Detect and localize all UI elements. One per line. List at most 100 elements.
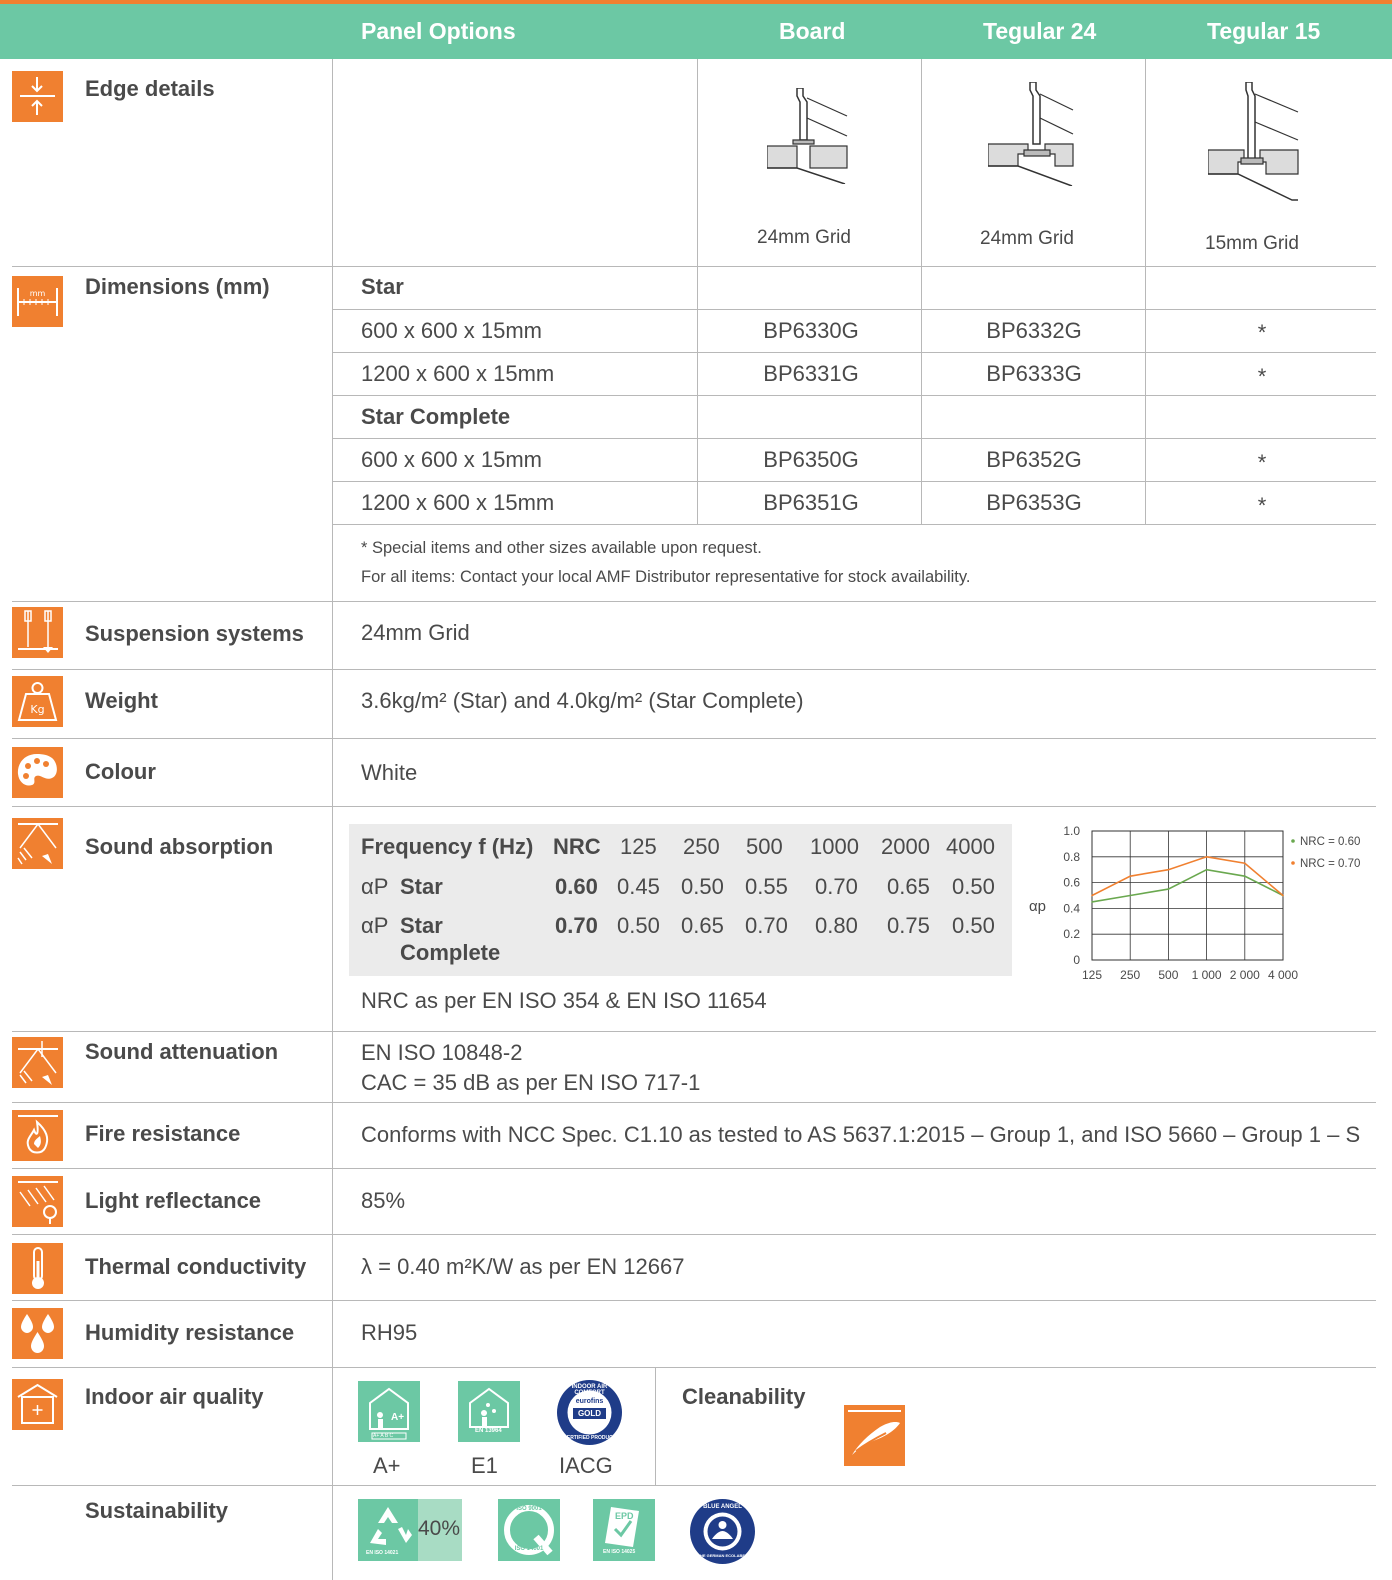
y-tick-label: 1.0: [1063, 824, 1080, 838]
y-tick-label: 0.6: [1063, 876, 1080, 890]
dimensions-label: Dimensions (mm): [85, 274, 270, 299]
freq-125-header: 125: [620, 834, 657, 859]
blue-angel-badge: BLUE ANGEL THE GERMAN ECOLABEL: [690, 1499, 755, 1564]
divider: [333, 524, 1376, 525]
freq-1000-header: 1000: [810, 834, 859, 859]
svg-text:mm: mm: [30, 289, 46, 298]
tegular15-edge-diagram: [1208, 82, 1299, 201]
aplus-badge: A+ A+ A B C: [358, 1381, 420, 1442]
sound-attenuation-icon: [12, 1037, 63, 1088]
tegular24-code: BP6332G: [986, 318, 1082, 343]
nrc-standard-note: NRC as per EN ISO 354 & EN ISO 11654: [361, 988, 767, 1013]
suspension-value: 24mm Grid: [361, 620, 470, 645]
availability-note: * Special items and other sizes availabl…: [361, 539, 762, 557]
legend-marker: [1291, 861, 1295, 865]
dimensions-group-star-complete: Star Complete: [361, 404, 511, 429]
series-point: [1129, 875, 1131, 877]
weight-label: Weight: [85, 688, 158, 713]
x-tick-label: 125: [1082, 968, 1102, 982]
blue-angel-badge-text: BLUE ANGEL: [703, 1504, 742, 1510]
cleanability-label: Cleanability: [682, 1384, 806, 1409]
tegular15-code: *: [1257, 364, 1267, 389]
y-tick-label: 0.2: [1063, 927, 1080, 941]
x-tick-label: 1 000: [1192, 968, 1222, 982]
divider: [333, 352, 1376, 353]
series-point: [1129, 894, 1131, 897]
epd-badge-standard: EN ISO 14025: [603, 1549, 636, 1555]
x-tick-label: 500: [1158, 968, 1178, 982]
iacg-badge-ring-text: INDOOR AIR COMFORT: [571, 1384, 608, 1396]
epd-badge: EPD EN ISO 14025: [593, 1499, 655, 1561]
y-tick-label: 0: [1073, 953, 1080, 967]
iacg-badge-bottom-text: CERTIFIED PRODUCT: [563, 1435, 616, 1441]
humidity-icon: [12, 1308, 63, 1359]
iacg-badge-gold: GOLD: [577, 1409, 602, 1418]
epd-badge-text: EPD: [615, 1511, 634, 1521]
board-code: BP6330G: [763, 318, 859, 343]
thermal-label: Thermal conductivity: [85, 1254, 307, 1279]
sound-absorption-label: Sound absorption: [85, 834, 274, 859]
divider: [333, 438, 1376, 439]
divider: [12, 601, 1376, 602]
chart-plot-frame: [1091, 830, 1284, 961]
fire-resistance-icon: [12, 1110, 63, 1161]
board-code: BP6350G: [763, 447, 859, 472]
star-complete-250: 0.65: [681, 913, 724, 938]
dimensions-group-star: Star: [361, 274, 404, 299]
star-250: 0.50: [681, 874, 724, 899]
colour-value: White: [361, 760, 418, 785]
divider: [333, 395, 1376, 396]
legend-entry: NRC = 0.60: [1300, 836, 1360, 848]
star-complete-500: 0.70: [745, 913, 788, 938]
edge-details-icon: [12, 71, 63, 122]
divider: [333, 309, 1376, 310]
iso-badge: ISO 9001 ISO 14001: [498, 1499, 560, 1561]
star-500: 0.55: [745, 874, 788, 899]
divider: [12, 669, 1376, 670]
iso-badge-top: ISO 9001: [516, 1506, 542, 1512]
column-divider: [332, 59, 333, 1580]
series-point: [1282, 894, 1284, 897]
board-code: BP6331G: [763, 361, 859, 386]
iacg-badge-brand: eurofins: [575, 1398, 604, 1405]
tegular24-code: BP6333G: [986, 361, 1082, 386]
dimension-size: 600 x 600 x 15mm: [361, 447, 542, 472]
header-board: Board: [779, 18, 846, 44]
alpha-p-prefix: αP: [361, 913, 389, 938]
light-reflectance-value: 85%: [361, 1188, 406, 1213]
tegular15-code: *: [1257, 320, 1267, 345]
divider: [12, 1234, 1376, 1235]
aplus-badge-scale: A+ A B C: [373, 1433, 394, 1439]
series-point: [1244, 862, 1246, 865]
distributor-note: For all items: Contact your local AMF Di…: [361, 568, 971, 586]
star-row-label: Star: [400, 874, 443, 899]
absorption-chart: 0 0.2 0.4 0.6 0.8 1.0 125 250 500 1 000 2 000 4 000…: [1029, 824, 1360, 982]
attenuation-cac: CAC = 35 dB as per EN ISO 717-1: [361, 1070, 701, 1095]
tegular24-edge-caption: 24mm Grid: [980, 228, 1074, 249]
header-panel-options: Panel Options: [361, 18, 516, 44]
star-complete-nrc: 0.70: [555, 913, 598, 938]
tegular24-edge-diagram: [988, 82, 1074, 186]
e1-badge-text: EN 13964: [475, 1428, 502, 1434]
recycled-content-badge: EN ISO 14021 40%: [358, 1499, 462, 1561]
svg-text:Kg: Kg: [30, 703, 44, 716]
nrc-header: NRC: [553, 834, 601, 859]
recycled-badge-standard: EN ISO 14021: [366, 1550, 399, 1556]
series-point: [1091, 901, 1093, 903]
star-nrc: 0.60: [555, 874, 598, 899]
star-complete-row-label-2: Complete: [400, 940, 501, 965]
freq-500-header: 500: [746, 834, 783, 859]
humidity-value: RH95: [361, 1320, 418, 1345]
star-1000: 0.70: [815, 874, 858, 899]
x-tick-label: 2 000: [1230, 968, 1260, 982]
colour-label: Colour: [85, 759, 156, 784]
star-4000: 0.50: [952, 874, 995, 899]
tegular15-edge-caption: 15mm Grid: [1205, 233, 1299, 254]
dimensions-icon: mm: [12, 276, 63, 327]
y-tick-label: 0.8: [1063, 850, 1080, 864]
indoor-air-label: Indoor air quality: [85, 1384, 264, 1409]
star-complete-4000: 0.50: [952, 913, 995, 938]
tegular15-code: *: [1257, 493, 1267, 518]
column-divider: [655, 1367, 656, 1485]
divider: [12, 806, 1376, 807]
